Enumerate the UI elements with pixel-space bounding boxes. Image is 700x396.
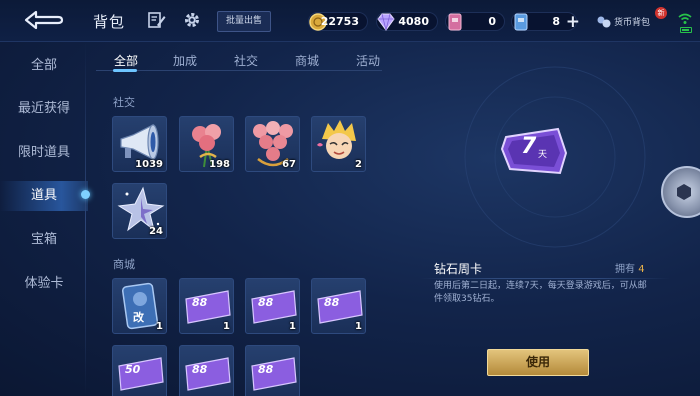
coupon-icon xyxy=(448,13,462,31)
diamond-currency: 4080 xyxy=(376,12,438,31)
owned-label: 拥有 xyxy=(615,264,635,275)
back-button[interactable] xyxy=(22,8,64,32)
tab-social[interactable]: 社交 xyxy=(216,52,276,69)
card-day-number: 7 xyxy=(521,134,537,159)
item-count: 24 xyxy=(149,226,163,237)
sidebar-item-limited[interactable]: 限时道具 xyxy=(0,138,88,168)
coupon-value: 88 xyxy=(258,363,274,376)
points-currency: 8 + xyxy=(511,12,580,32)
item-slot[interactable]: 88 1 xyxy=(179,278,234,334)
item-slot[interactable]: 88 1 xyxy=(311,278,366,334)
coupon-amount: 0 xyxy=(488,15,496,28)
active-tab-marker xyxy=(113,69,137,72)
card-text: 改 xyxy=(133,311,144,324)
add-points-button[interactable]: + xyxy=(566,12,580,32)
owned-count: 拥有 4 xyxy=(615,260,645,275)
item-slot[interactable]: 24 xyxy=(112,183,167,239)
batch-sell-button[interactable]: 批量出售 xyxy=(217,11,271,32)
currency-bag-label: 货币背包 xyxy=(614,18,651,28)
item-count: 2 xyxy=(355,159,362,170)
gear-icon[interactable] xyxy=(183,11,201,29)
section-label-shop: 商城 xyxy=(113,258,135,271)
active-indicator-dot xyxy=(81,190,90,199)
currency-bag-button[interactable]: 货币背包 xyxy=(596,12,658,32)
page-title: 背包 xyxy=(93,13,126,31)
item-slot[interactable]: 88 xyxy=(179,345,234,396)
tab-all[interactable]: 全部 xyxy=(96,52,156,69)
item-name: 钻石周卡 xyxy=(434,262,483,276)
item-slot[interactable]: 198 xyxy=(179,116,234,172)
item-count: 67 xyxy=(282,159,296,170)
coupon-value: 88 xyxy=(324,296,340,309)
section-label-social: 社交 xyxy=(113,96,135,109)
coupon-value: 88 xyxy=(192,363,208,376)
use-button[interactable]: 使用 xyxy=(487,349,589,376)
sidebar-item-props[interactable]: 道具 xyxy=(0,181,88,211)
item-slot[interactable]: 改 1 xyxy=(112,278,167,334)
item-slot[interactable]: 67 xyxy=(245,116,300,172)
diamond-icon xyxy=(377,13,395,31)
sidebar-item-chests[interactable]: 宝箱 xyxy=(0,225,88,255)
back-arrow-icon xyxy=(24,10,64,30)
item-slot[interactable]: 88 xyxy=(245,345,300,396)
coupon-value: 88 xyxy=(192,296,208,309)
gold-currency: 22753 xyxy=(308,12,368,31)
coupon-value: 88 xyxy=(258,296,274,309)
new-badge: 新 xyxy=(655,7,667,19)
hexagon-icon xyxy=(677,184,691,200)
points-amount: 8 xyxy=(552,15,560,28)
item-slot[interactable]: 2 xyxy=(311,116,366,172)
battery-icon xyxy=(680,27,692,33)
item-slot[interactable]: 88 1 xyxy=(245,278,300,334)
item-slot[interactable]: 50 xyxy=(112,345,167,396)
card-day-unit: 天 xyxy=(538,150,548,160)
wallet-icon xyxy=(597,16,611,28)
item-count: 198 xyxy=(209,159,230,170)
tab-boost[interactable]: 加成 xyxy=(155,52,215,69)
filter-tabs: 全部 加成 社交 商城 活动 xyxy=(96,42,396,76)
owned-value: 4 xyxy=(638,264,645,275)
item-detail-panel: 7 天 钻石周卡 拥有 4 使用后第二日起，连续7天，每天登录游戏后，可从邮件领… xyxy=(400,42,700,396)
item-count: 1039 xyxy=(135,159,163,170)
item-count: 1 xyxy=(223,321,230,332)
edit-icon[interactable] xyxy=(148,11,166,29)
wifi-icon xyxy=(678,13,692,24)
item-count: 1 xyxy=(156,321,163,332)
sidebar-item-trial-cards[interactable]: 体验卡 xyxy=(0,269,88,299)
tab-event[interactable]: 活动 xyxy=(338,52,398,69)
item-count: 1 xyxy=(355,321,362,332)
tab-shop[interactable]: 商城 xyxy=(277,52,337,69)
item-description: 使用后第二日起，连续7天，每天登录游戏后，可从邮件领取35钻石。 xyxy=(434,281,647,304)
sidebar-item-all[interactable]: 全部 xyxy=(0,51,88,81)
top-bar: 背包 批量出售 22753 4080 0 8 + 货币背包 新 xyxy=(0,0,700,42)
tabs-underline xyxy=(96,70,382,71)
detail-divider xyxy=(420,278,670,279)
item-count: 1 xyxy=(289,321,296,332)
diamond-amount: 4080 xyxy=(398,15,429,28)
gold-amount: 22753 xyxy=(320,15,359,28)
category-sidebar: 全部 最近获得 限时道具 道具 宝箱 体验卡 xyxy=(0,42,96,396)
sidebar-divider xyxy=(85,42,86,396)
points-card-icon xyxy=(514,13,528,31)
coupon-currency: 0 xyxy=(445,12,505,31)
item-slot[interactable]: 1039 xyxy=(112,116,167,172)
coupon-value: 50 xyxy=(125,363,141,376)
sidebar-item-recent[interactable]: 最近获得 xyxy=(0,94,88,124)
